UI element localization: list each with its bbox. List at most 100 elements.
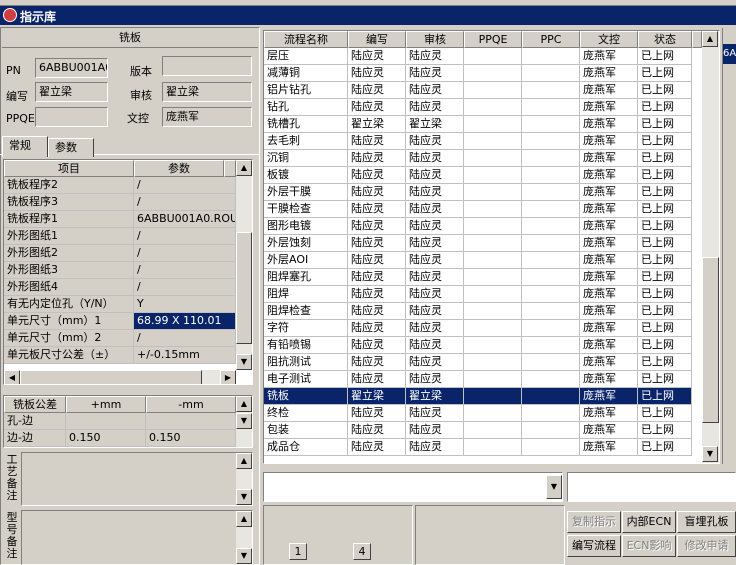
param-vscroll-thumb[interactable] — [236, 232, 252, 344]
param-row[interactable]: 铣板程序2/ — [4, 177, 236, 194]
param-value-cell[interactable]: 6ABBU001A0.ROU — [134, 211, 236, 228]
scroll-up-icon[interactable]: ▲ — [702, 31, 718, 47]
process-row[interactable]: 干膜检查 陆应灵 陆应灵 庞燕军 已上网 — [264, 201, 692, 218]
process-row[interactable]: 字符 陆应灵 陆应灵 庞燕军 已上网 — [264, 320, 692, 337]
type-note-field[interactable]: ▲ ▼ — [21, 510, 253, 565]
scroll-right-icon[interactable]: ▶ — [220, 370, 236, 384]
blind-buried-via-button[interactable]: 盲埋孔板 — [677, 511, 736, 533]
process-row[interactable]: 阻焊 陆应灵 陆应灵 庞燕军 已上网 — [264, 286, 692, 303]
modify-request-button[interactable]: 修改申请 — [677, 535, 736, 557]
col-ppc[interactable]: PPC — [522, 31, 580, 48]
param-row[interactable]: 外形图纸2/ — [4, 245, 236, 262]
process-row[interactable]: 图形电镀 陆应灵 陆应灵 庞燕军 已上网 — [264, 218, 692, 235]
ecn-impact-button[interactable]: ECN影响 — [622, 535, 676, 557]
scroll-up-icon[interactable]: ▲ — [236, 453, 252, 469]
col-review[interactable]: 审核 — [406, 31, 464, 48]
process-row[interactable]: 外层AOI 陆应灵 陆应灵 庞燕军 已上网 — [264, 252, 692, 269]
scroll-down-icon[interactable]: ▼ — [236, 354, 252, 370]
scroll-down-icon[interactable]: ▼ — [702, 446, 718, 462]
param-value-cell[interactable]: / — [134, 279, 236, 296]
process-row[interactable]: 有铅喷锡 陆应灵 陆应灵 庞燕军 已上网 — [264, 337, 692, 354]
page-button-1[interactable]: 1 — [289, 543, 307, 560]
scroll-up-icon[interactable]: ▲ — [236, 511, 252, 527]
review-field[interactable]: 翟立梁 — [162, 82, 252, 102]
right-stub-item[interactable]: 6A — [723, 44, 736, 64]
tol-col-name[interactable]: 铣板公差 — [4, 396, 66, 413]
process-combo[interactable]: ▼ — [263, 472, 563, 502]
col-status[interactable]: 状态 — [638, 31, 692, 48]
process-row[interactable]: 铣板 翟立梁 翟立梁 庞燕军 已上网 — [264, 388, 692, 405]
tol-col-minus[interactable]: -mm — [146, 396, 236, 413]
process-row[interactable]: 电子测试 陆应灵 陆应灵 庞燕军 已上网 — [264, 371, 692, 388]
craft-note-vscroll[interactable]: ▲ ▼ — [236, 453, 252, 505]
internal-ecn-button[interactable]: 内部ECN — [622, 511, 676, 533]
param-value-cell[interactable]: / — [134, 330, 236, 347]
scroll-up-icon[interactable]: ▲ — [236, 160, 252, 176]
tolerance-cell[interactable]: 0.150 — [66, 430, 146, 447]
param-row[interactable]: 有无内定位孔（Y/N） Y — [4, 296, 236, 313]
param-row[interactable]: 铣板程序1 6ABBU001A0.ROU — [4, 211, 236, 228]
writer-field[interactable]: 翟立梁 — [35, 82, 108, 102]
tolerance-cell[interactable]: 0.150 — [146, 430, 236, 447]
process-row[interactable]: 外层蚀刻 陆应灵 陆应灵 庞燕军 已上网 — [264, 235, 692, 252]
param-hscroll-thumb[interactable] — [20, 370, 202, 384]
copy-instruction-button[interactable]: 复制指示 — [567, 511, 621, 533]
col-doc-control[interactable]: 文控 — [580, 31, 638, 48]
param-row[interactable]: 单元板尺寸公差（±） +/-0.15mm — [4, 347, 236, 364]
process-row[interactable]: 层压 陆应灵 陆应灵 庞燕军 已上网 — [264, 48, 692, 65]
param-row[interactable]: 单元尺寸（mm）1 68.99 X 110.01 — [4, 313, 236, 330]
param-value-cell[interactable]: 68.99 X 110.01 — [134, 313, 236, 330]
param-row[interactable]: 外形图纸1/ — [4, 228, 236, 245]
tolerance-cell[interactable] — [66, 413, 146, 430]
col-writer[interactable]: 编写 — [348, 31, 406, 48]
process-row[interactable]: 沉铜 陆应灵 陆应灵 庞燕军 已上网 — [264, 150, 692, 167]
chevron-down-icon[interactable]: ▼ — [546, 475, 562, 499]
scroll-down-icon[interactable]: ▼ — [236, 548, 252, 564]
param-row[interactable]: 外形图纸3/ — [4, 262, 236, 279]
param-value-cell[interactable]: / — [134, 194, 236, 211]
search-field[interactable] — [567, 472, 736, 502]
param-value-cell[interactable]: / — [134, 177, 236, 194]
doc-control-field[interactable]: 庞燕军 — [162, 107, 252, 127]
param-value-cell[interactable]: / — [134, 245, 236, 262]
process-row[interactable]: 阻抗测试 陆应灵 陆应灵 庞燕军 已上网 — [264, 354, 692, 371]
process-vscroll[interactable]: ▲ ▼ — [702, 31, 719, 463]
scroll-down-icon[interactable]: ▼ — [236, 413, 252, 429]
param-value-cell[interactable]: / — [134, 228, 236, 245]
process-row[interactable]: 铣槽孔 翟立梁 翟立梁 庞燕军 已上网 — [264, 116, 692, 133]
process-row[interactable]: 成品仓 陆应灵 陆应灵 庞燕军 已上网 — [264, 439, 692, 456]
process-row[interactable]: 板镀 陆应灵 陆应灵 庞燕军 已上网 — [264, 167, 692, 184]
param-vscroll[interactable]: ▲ ▼ — [236, 160, 252, 370]
tol-vscroll[interactable]: ▲ ▼ — [236, 396, 252, 447]
scroll-up-icon[interactable]: ▲ — [236, 396, 252, 412]
param-hscroll[interactable]: ◀ ▶ — [4, 370, 236, 384]
param-value-cell[interactable]: / — [134, 262, 236, 279]
tolerance-row[interactable]: 孔-边 — [4, 413, 236, 430]
tolerance-cell[interactable] — [146, 413, 236, 430]
param-col-item[interactable]: 项目 — [4, 160, 134, 177]
process-row[interactable]: 终检 陆应灵 陆应灵 庞燕军 已上网 — [264, 405, 692, 422]
process-row[interactable]: 包装 陆应灵 陆应灵 庞燕军 已上网 — [264, 422, 692, 439]
col-ppqe[interactable]: PPQE — [464, 31, 522, 48]
process-row[interactable]: 钻孔 陆应灵 陆应灵 庞燕军 已上网 — [264, 99, 692, 116]
tab-params[interactable]: 参数 — [48, 138, 94, 157]
col-process-name[interactable]: 流程名称 — [264, 31, 348, 48]
process-row[interactable]: 阻焊检查 陆应灵 陆应灵 庞燕军 已上网 — [264, 303, 692, 320]
scroll-left-icon[interactable]: ◀ — [4, 370, 20, 384]
param-value-cell[interactable]: Y — [134, 296, 236, 313]
param-col-value[interactable]: 参数 — [134, 160, 224, 177]
edit-process-button[interactable]: 编写流程 — [567, 535, 621, 557]
process-row[interactable]: 外层干膜 陆应灵 陆应灵 庞燕军 已上网 — [264, 184, 692, 201]
process-vscroll-thumb[interactable] — [702, 257, 719, 423]
process-row[interactable]: 减薄铜 陆应灵 陆应灵 庞燕军 已上网 — [264, 65, 692, 82]
version-field[interactable] — [162, 56, 252, 76]
param-value-cell[interactable]: +/-0.15mm — [134, 347, 236, 364]
process-row[interactable]: 阻焊塞孔 陆应灵 陆应灵 庞燕军 已上网 — [264, 269, 692, 286]
param-row[interactable]: 铣板程序3/ — [4, 194, 236, 211]
craft-note-field[interactable]: ▲ ▼ — [21, 452, 253, 506]
page-button-4[interactable]: 4 — [353, 543, 371, 560]
type-note-vscroll[interactable]: ▲ ▼ — [236, 511, 252, 564]
ppqe-field[interactable] — [35, 107, 108, 127]
process-row[interactable]: 去毛刺 陆应灵 陆应灵 庞燕军 已上网 — [264, 133, 692, 150]
tolerance-row[interactable]: 边-边 0.150 0.150 — [4, 430, 236, 447]
